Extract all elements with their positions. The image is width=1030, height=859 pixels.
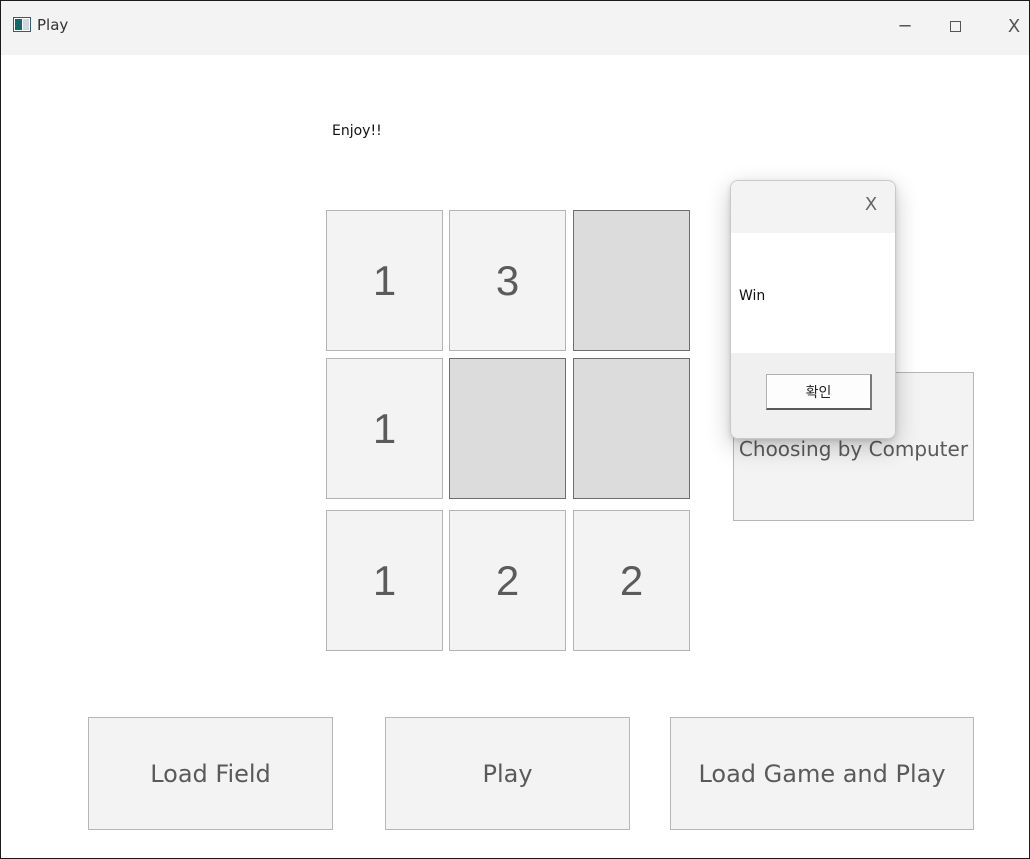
grid-cell-1-2[interactable] [573,358,690,499]
close-icon: X [1007,16,1021,37]
minimize-icon: ─ [899,16,911,37]
app-icon [13,17,31,32]
win-dialog: X Win 확인 [730,180,896,439]
load-game-and-play-button[interactable]: Load Game and Play [670,717,974,830]
grid-cell-0-2[interactable] [573,210,690,351]
title-bar[interactable]: Play ─ X [1,1,1029,55]
window-title: Play [37,16,69,34]
load-field-button[interactable]: Load Field [88,717,333,830]
maximize-icon [950,21,961,32]
close-button[interactable]: X [999,15,1029,39]
grid-cell-2-1[interactable]: 2 [449,510,566,651]
grid-cell-1-1[interactable] [449,358,566,499]
play-window: Play ─ X Enjoy!! 1 3 1 1 2 2 Choosing by… [0,0,1030,859]
status-label: Enjoy!! [332,123,382,139]
grid-cell-1-0[interactable]: 1 [326,358,443,499]
dialog-message: Win [739,288,766,304]
play-button[interactable]: Play [385,717,630,830]
minimize-button[interactable]: ─ [890,15,920,39]
grid-cell-0-1[interactable]: 3 [449,210,566,351]
dialog-footer: 확인 [731,353,895,438]
dialog-close-icon[interactable]: X [861,195,881,215]
grid-cell-2-0[interactable]: 1 [326,510,443,651]
dialog-ok-button[interactable]: 확인 [766,374,872,410]
grid-cell-0-0[interactable]: 1 [326,210,443,351]
grid-cell-2-2[interactable]: 2 [573,510,690,651]
